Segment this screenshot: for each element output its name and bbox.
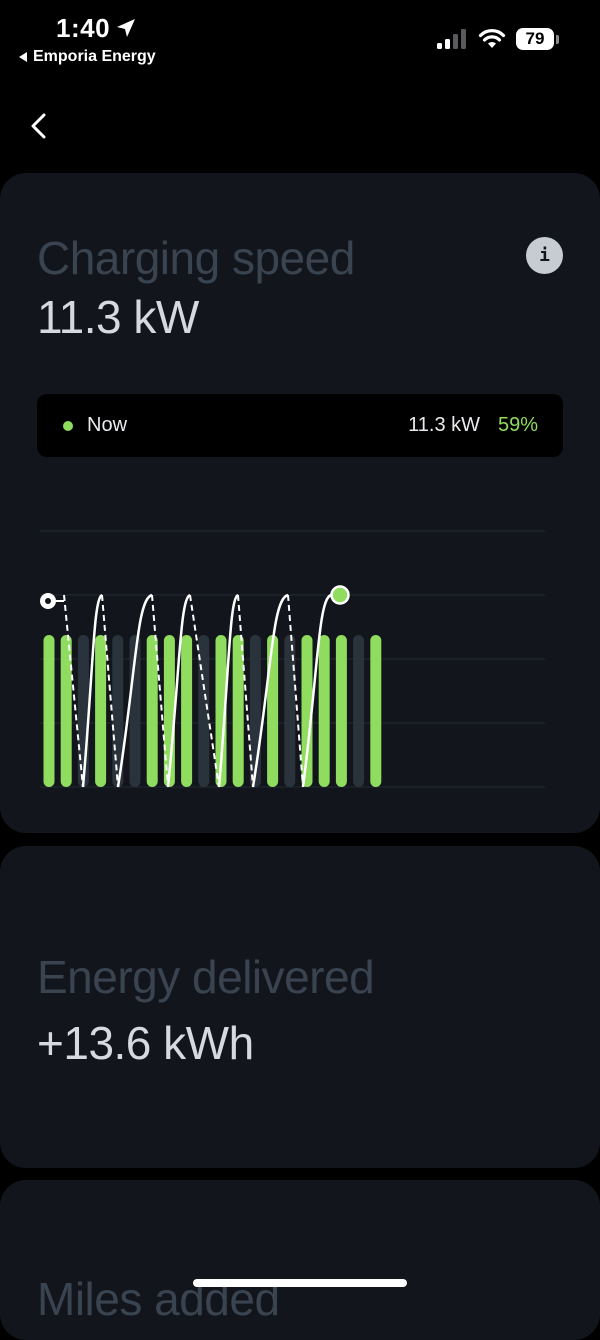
- battery-cap: [556, 35, 559, 44]
- miles-added-card: Miles added: [0, 1180, 600, 1340]
- battery-indicator: 79: [516, 28, 560, 52]
- card-title: Energy delivered: [37, 951, 375, 1003]
- back-triangle-icon: [19, 52, 27, 62]
- charging-speed-value: 11.3 kW: [37, 291, 199, 343]
- chart-bar: [318, 635, 330, 787]
- wifi-icon: [478, 29, 506, 48]
- chart-bar: [146, 635, 158, 787]
- now-percent-value: 59%: [497, 414, 538, 436]
- cellular-signal-icon: [437, 29, 466, 49]
- chart-bar: [335, 635, 347, 787]
- now-kw-value: 11.3 kW: [408, 414, 480, 436]
- chart-bar: [43, 635, 55, 787]
- now-readout: Now 11.3 kW 59%: [37, 394, 563, 457]
- status-time: 1:40: [56, 13, 111, 43]
- chart-start-marker-inner: [45, 598, 51, 604]
- energy-delivered-value: +13.6 kWh: [37, 1017, 254, 1069]
- back-chevron-icon[interactable]: [24, 108, 54, 144]
- battery-level: 79: [516, 28, 554, 50]
- location-arrow-icon: [117, 19, 135, 37]
- back-to-app-link[interactable]: Emporia Energy: [18, 48, 156, 66]
- charging-chart: [40, 530, 545, 788]
- chart-bar: [181, 635, 193, 787]
- now-label: Now: [87, 414, 128, 436]
- card-title: Charging speed: [37, 232, 355, 284]
- chart-bar: [267, 635, 279, 787]
- chart-current-marker: [330, 585, 350, 605]
- chart-bar: [95, 635, 107, 787]
- chart-bar: [77, 635, 89, 787]
- home-indicator[interactable]: [193, 1279, 407, 1287]
- back-app-label: Emporia Energy: [33, 48, 156, 65]
- charging-speed-card: Charging speed 11.3 kW i Now 11.3 kW 59%: [0, 173, 600, 833]
- chart-bar: [353, 635, 365, 787]
- energy-delivered-card: Energy delivered +13.6 kWh: [0, 846, 600, 1168]
- info-button[interactable]: i: [526, 237, 563, 274]
- status-bar: 1:40 Emporia Energy 79: [0, 0, 600, 80]
- now-indicator-dot: [63, 421, 73, 431]
- chart-bar: [370, 635, 382, 787]
